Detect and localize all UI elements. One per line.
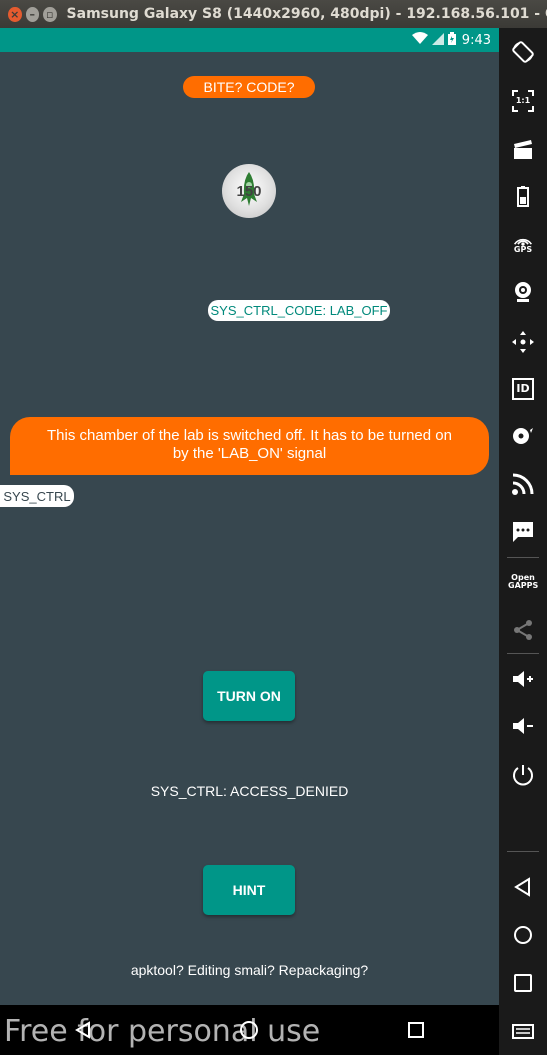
- opengapps-label: Open GAPPS: [508, 573, 539, 590]
- access-status-text: SYS_CTRL: ACCESS_DENIED: [150, 783, 349, 799]
- opengapps-icon[interactable]: Open GAPPS: [499, 564, 547, 600]
- window-close-button[interactable]: ×: [8, 6, 22, 22]
- scale-icon[interactable]: 1:1: [499, 83, 547, 119]
- hint-button[interactable]: HINT: [203, 865, 295, 915]
- window-maximize-button[interactable]: ▫: [43, 6, 57, 22]
- maximize-icon: ▫: [46, 7, 54, 21]
- status-bar: 9:43: [0, 28, 499, 52]
- signal-icon: [431, 32, 444, 48]
- turn-on-button[interactable]: TURN ON: [203, 671, 295, 721]
- volume-up-icon[interactable]: [499, 661, 547, 697]
- level-badge: 150: [222, 164, 276, 218]
- minimize-icon: –: [29, 7, 36, 21]
- media-icon[interactable]: [499, 418, 547, 454]
- home-icon[interactable]: [237, 1018, 261, 1042]
- battery-icon[interactable]: [499, 178, 547, 214]
- sender-tag: SYS_CTRL: [0, 485, 74, 507]
- code-status-pill: SYS_CTRL_CODE: LAB_OFF: [208, 300, 390, 321]
- sidebar-divider: [507, 851, 539, 852]
- scale-label: 1:1: [515, 96, 531, 105]
- footer-question: apktool? Editing smali? Repackaging?: [130, 962, 369, 978]
- sidebar-divider: [507, 557, 539, 558]
- close-icon: ×: [10, 7, 20, 21]
- app-header-label: BITE? CODE?: [183, 76, 315, 98]
- window-titlebar: × – ▫ Samsung Galaxy S8 (1440x2960, 480d…: [0, 0, 547, 28]
- battery-icon: [447, 32, 456, 48]
- gps-icon[interactable]: GPS: [499, 226, 547, 262]
- power-icon[interactable]: [499, 757, 547, 793]
- badge-number: 150: [236, 182, 262, 200]
- message-bubble: This chamber of the lab is switched off.…: [10, 417, 489, 475]
- dpad-icon[interactable]: [499, 324, 547, 360]
- id-label: ID: [516, 382, 530, 395]
- menu-icon[interactable]: [499, 1013, 547, 1049]
- identifiers-icon[interactable]: ID: [499, 371, 547, 407]
- gps-label: GPS: [513, 245, 533, 254]
- capture-icon[interactable]: [499, 132, 547, 168]
- sms-icon[interactable]: [499, 514, 547, 550]
- emulator-sidebar: 1:1 GPS ID Open GAPPS: [499, 28, 547, 1055]
- share-icon[interactable]: [499, 612, 547, 648]
- window-minimize-button[interactable]: –: [25, 6, 40, 22]
- wifi-icon: [411, 32, 428, 48]
- sidebar-divider: [507, 653, 539, 654]
- device-screen: 9:43 BITE? CODE? 150 SYS_CTRL_CODE: LAB_…: [0, 28, 499, 1005]
- network-icon[interactable]: [499, 466, 547, 502]
- volume-down-icon[interactable]: [499, 708, 547, 744]
- camera-icon[interactable]: [499, 274, 547, 310]
- home-icon[interactable]: [499, 917, 547, 953]
- back-icon[interactable]: [499, 869, 547, 905]
- back-icon[interactable]: [71, 1018, 95, 1042]
- window-title: Samsung Galaxy S8 (1440x2960, 480dpi) - …: [66, 6, 547, 22]
- recents-icon[interactable]: [404, 1018, 428, 1042]
- rotate-icon[interactable]: [499, 34, 547, 70]
- recents-icon[interactable]: [499, 965, 547, 1001]
- status-time: 9:43: [461, 32, 491, 48]
- emulator-window: × – ▫ Samsung Galaxy S8 (1440x2960, 480d…: [0, 0, 547, 1055]
- navigation-bar: [0, 1005, 499, 1055]
